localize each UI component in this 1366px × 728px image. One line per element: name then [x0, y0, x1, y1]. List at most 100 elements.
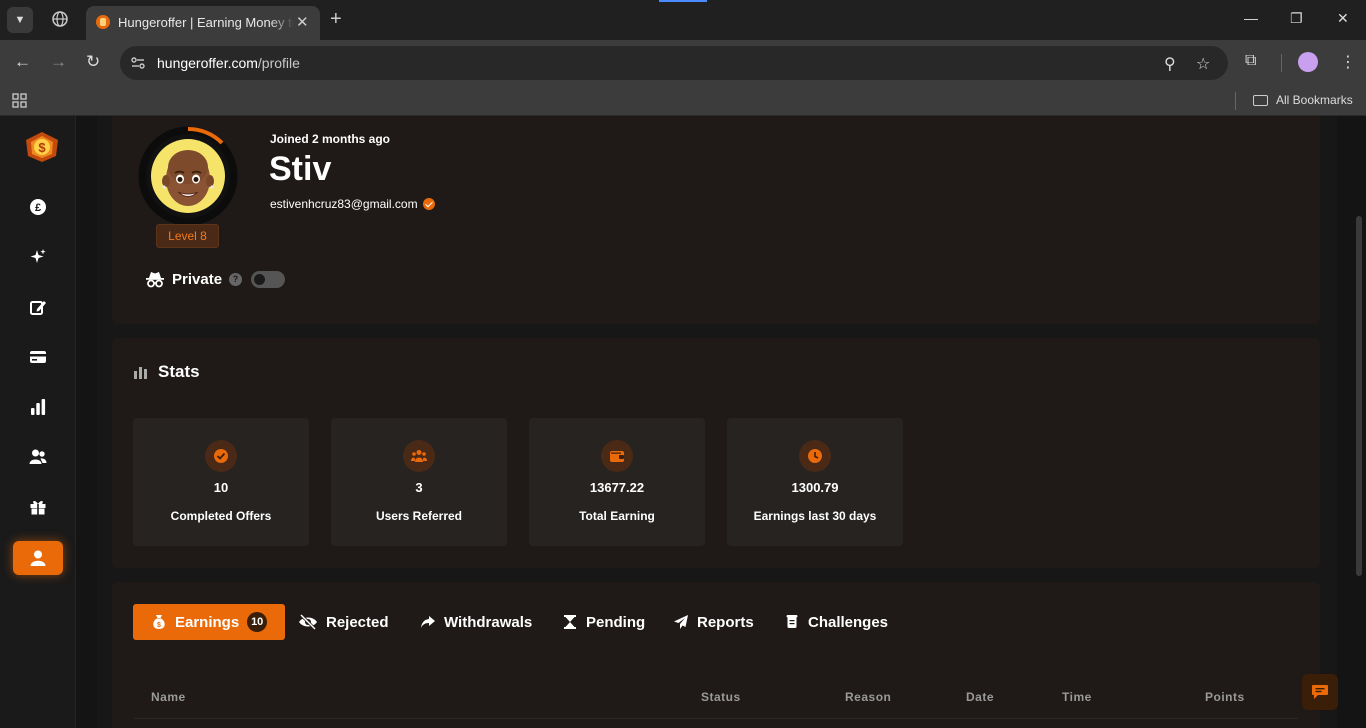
tab-close-icon[interactable]: ✕: [296, 13, 309, 31]
email-row: estivenhcruz83@gmail.com: [270, 197, 435, 211]
browser-tab-bar: ▼ Hungeroffer | Earning Money to ✕ + — ❐…: [0, 0, 1366, 40]
check-circle-icon: [205, 440, 237, 472]
stat-label: Total Earning: [579, 509, 655, 523]
tab-pending[interactable]: Pending: [562, 604, 645, 640]
tab-challenges[interactable]: Challenges: [784, 604, 888, 640]
stat-label: Earnings last 30 days: [753, 509, 877, 523]
page-viewport: $ £ Level 8 Joined 2 months ago Stiv est…: [0, 116, 1366, 728]
stats-heading: Stats: [134, 362, 200, 382]
tab-label: Earnings: [175, 613, 240, 631]
new-tab-icon[interactable]: +: [330, 9, 342, 29]
stats-chart-icon: [134, 367, 147, 379]
tab-count-badge: 10: [247, 612, 268, 632]
apps-grid-icon[interactable]: [12, 93, 27, 108]
menu-dots-icon[interactable]: ⋮: [1340, 52, 1356, 72]
extensions-icon[interactable]: ⧉: [1245, 52, 1256, 70]
sidebar: $ £: [0, 116, 76, 728]
sidebar-item-referrals[interactable]: [13, 440, 63, 474]
reload-icon[interactable]: ↻: [86, 52, 100, 72]
avatar-with-progress: [138, 126, 238, 226]
site-settings-icon[interactable]: [130, 55, 146, 71]
tab-reports[interactable]: Reports: [673, 604, 754, 640]
eye-slash-icon: [299, 614, 317, 630]
private-toggle[interactable]: [251, 270, 286, 288]
column-header-name[interactable]: Name: [151, 690, 186, 704]
browser-tab[interactable]: Hungeroffer | Earning Money to ✕: [86, 6, 320, 40]
svg-text:$: $: [38, 140, 46, 155]
avatar[interactable]: [143, 131, 233, 221]
tab-label: Pending: [586, 613, 646, 631]
username: Stiv: [269, 150, 332, 188]
column-header-reason[interactable]: Reason: [845, 690, 891, 704]
stat-value: 10: [213, 480, 229, 495]
tab-label: Challenges: [808, 613, 889, 631]
tab-label: Rejected: [326, 613, 389, 631]
column-header-time[interactable]: Time: [1062, 690, 1092, 704]
chat-button[interactable]: [1302, 674, 1338, 710]
history-card: $ Earnings 10 Rejected Withdrawals Pendi…: [112, 582, 1320, 728]
all-bookmarks-label: All Bookmarks: [1276, 93, 1353, 107]
svg-text:£: £: [35, 202, 41, 214]
paper-plane-icon: [674, 615, 688, 629]
sidebar-item-rewards[interactable]: [13, 490, 63, 524]
users-icon: [403, 440, 435, 472]
table-header-divider: [134, 718, 1298, 719]
stat-value: 3: [415, 480, 423, 495]
all-bookmarks-button[interactable]: All Bookmarks: [1253, 93, 1353, 107]
tab-label: Withdrawals: [444, 613, 533, 631]
tab-withdrawals[interactable]: Withdrawals: [420, 604, 532, 640]
share-icon: [421, 616, 435, 628]
private-setting: Private ?: [145, 270, 286, 288]
address-bar[interactable]: hungeroffer.com/profile ⚲ ☆: [120, 46, 1228, 80]
stat-value: 13677.22: [589, 480, 645, 495]
edit-icon: [30, 301, 46, 315]
hungeroffer-favicon-icon: [96, 15, 110, 29]
tab-label: Reports: [697, 613, 754, 631]
forward-icon[interactable]: →: [50, 52, 67, 72]
private-label: Private: [172, 270, 223, 288]
incognito-icon: [146, 272, 164, 288]
clock-icon: [799, 440, 831, 472]
tab-rejected[interactable]: Rejected: [298, 604, 389, 640]
bar-chart-icon: [31, 399, 46, 415]
tab-search-button[interactable]: ▼: [7, 7, 33, 33]
sidebar-item-offers[interactable]: [13, 240, 63, 274]
column-header-status[interactable]: Status: [701, 690, 741, 704]
bookmark-star-icon[interactable]: ☆: [1196, 54, 1210, 74]
globe-icon[interactable]: [52, 11, 68, 27]
page-scrollbar[interactable]: [1356, 216, 1362, 576]
users-icon: [29, 449, 47, 464]
tab-earnings[interactable]: $ Earnings 10: [133, 604, 286, 640]
stat-completed-offers: 10 Completed Offers: [133, 418, 309, 546]
stat-total-earning: 13677.22 Total Earning: [529, 418, 705, 546]
help-icon[interactable]: ?: [229, 272, 243, 286]
sidebar-item-profile[interactable]: [13, 541, 63, 575]
window-close-icon[interactable]: ✕: [1337, 10, 1349, 27]
email-address: estivenhcruz83@gmail.com: [270, 197, 418, 211]
level-badge: Level 8: [156, 224, 219, 248]
column-header-points[interactable]: Points: [1205, 690, 1245, 704]
sidebar-item-leaderboard[interactable]: [13, 390, 63, 424]
restore-icon[interactable]: ❐: [1290, 10, 1303, 27]
back-icon[interactable]: ←: [14, 52, 31, 72]
sidebar-item-currency[interactable]: £: [13, 190, 63, 224]
tab-strip-indicator: [659, 0, 707, 2]
minimize-icon[interactable]: —: [1244, 10, 1258, 26]
zoom-icon[interactable]: ⚲: [1164, 54, 1176, 74]
column-header-date[interactable]: Date: [966, 690, 994, 704]
sidebar-item-cashout[interactable]: [13, 340, 63, 374]
hungeroffer-logo-icon[interactable]: $: [22, 130, 62, 164]
stats-title: Stats: [158, 362, 200, 381]
verified-check-icon: [422, 198, 435, 210]
browser-toolbar: ← → ↻ hungeroffer.com/profile ⚲ ☆ ⧉ ⋮: [0, 40, 1366, 86]
gift-icon: [30, 500, 46, 515]
tab-title: Hungeroffer | Earning Money to: [118, 15, 294, 30]
folder-icon: [1253, 94, 1268, 106]
profile-avatar-icon[interactable]: [1298, 52, 1318, 72]
scroll-icon: [786, 615, 798, 628]
stats-card: Stats 10 Completed Offers 3 Users Referr…: [112, 338, 1320, 568]
sparkles-icon: [30, 249, 46, 263]
sidebar-item-surveys[interactable]: [13, 290, 63, 324]
money-bag-icon: $: [153, 615, 165, 629]
hourglass-icon: [564, 615, 576, 629]
